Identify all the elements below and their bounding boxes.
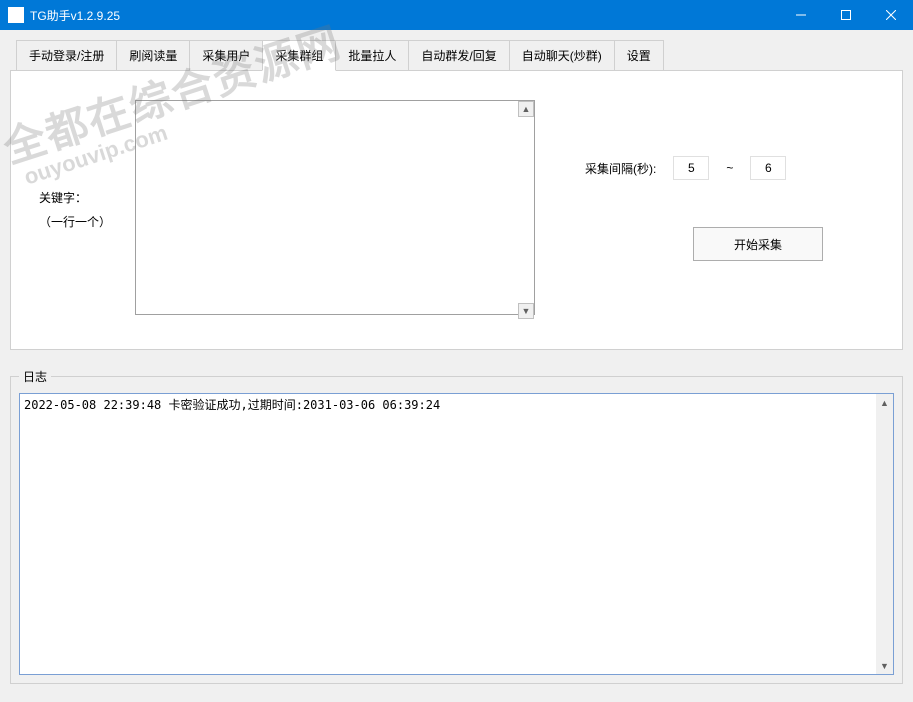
content-area: 全都在综合资源网 ouyouvip.com 手动登录/注册刷阅读量采集用户采集群… <box>0 30 913 702</box>
interval-row: 采集间隔(秒): ~ <box>585 157 823 179</box>
log-scrollbar[interactable]: ▲ ▼ <box>876 394 893 674</box>
start-collect-button[interactable]: 开始采集 <box>693 227 823 261</box>
scroll-down-icon[interactable]: ▼ <box>518 303 534 319</box>
tab-4[interactable]: 批量拉人 <box>335 40 409 70</box>
keyword-section: 关键字： （一行一个） ▲ ▼ <box>27 87 535 333</box>
tab-1[interactable]: 刷阅读量 <box>116 40 190 70</box>
maximize-button[interactable] <box>823 0 868 30</box>
log-section: 日志 ▲ ▼ <box>10 368 903 684</box>
minimize-button[interactable] <box>778 0 823 30</box>
tab-strip: 手动登录/注册刷阅读量采集用户采集群组批量拉人自动群发/回复自动聊天(炒群)设置 <box>16 40 903 70</box>
keyword-hint-label: （一行一个） <box>39 210 127 234</box>
log-fieldset: 日志 ▲ ▼ <box>10 368 903 684</box>
keyword-input[interactable] <box>135 100 535 315</box>
titlebar: TG助手v1.2.9.25 <box>0 0 913 30</box>
interval-min-input[interactable] <box>674 157 708 179</box>
log-legend: 日志 <box>19 368 51 385</box>
close-button[interactable] <box>868 0 913 30</box>
log-textarea-wrap: ▲ ▼ <box>19 393 894 675</box>
tab-2[interactable]: 采集用户 <box>189 40 263 70</box>
interval-label: 采集间隔(秒): <box>585 160 656 177</box>
keyword-textarea-wrap: ▲ ▼ <box>135 100 535 320</box>
keyword-label-group: 关键字： （一行一个） <box>27 186 127 234</box>
interval-max-input[interactable] <box>751 157 785 179</box>
tab-panel-collect-groups: 关键字： （一行一个） ▲ ▼ 采集间隔(秒): ~ 开始采集 <box>10 70 903 350</box>
scroll-up-icon[interactable]: ▲ <box>518 101 534 117</box>
tab-0[interactable]: 手动登录/注册 <box>16 40 117 70</box>
tab-7[interactable]: 设置 <box>614 40 664 70</box>
log-output[interactable] <box>20 394 876 674</box>
tab-3[interactable]: 采集群组 <box>262 40 336 71</box>
window-title: TG助手v1.2.9.25 <box>30 7 778 24</box>
interval-section: 采集间隔(秒): ~ 开始采集 <box>585 87 823 333</box>
keyword-label: 关键字： <box>39 186 127 210</box>
window-controls <box>778 0 913 30</box>
log-scroll-down-icon[interactable]: ▼ <box>876 657 893 674</box>
tab-6[interactable]: 自动聊天(炒群) <box>509 40 615 70</box>
app-icon <box>8 7 24 23</box>
interval-separator: ~ <box>726 161 733 175</box>
log-scroll-up-icon[interactable]: ▲ <box>876 394 893 411</box>
tab-5[interactable]: 自动群发/回复 <box>408 40 509 70</box>
